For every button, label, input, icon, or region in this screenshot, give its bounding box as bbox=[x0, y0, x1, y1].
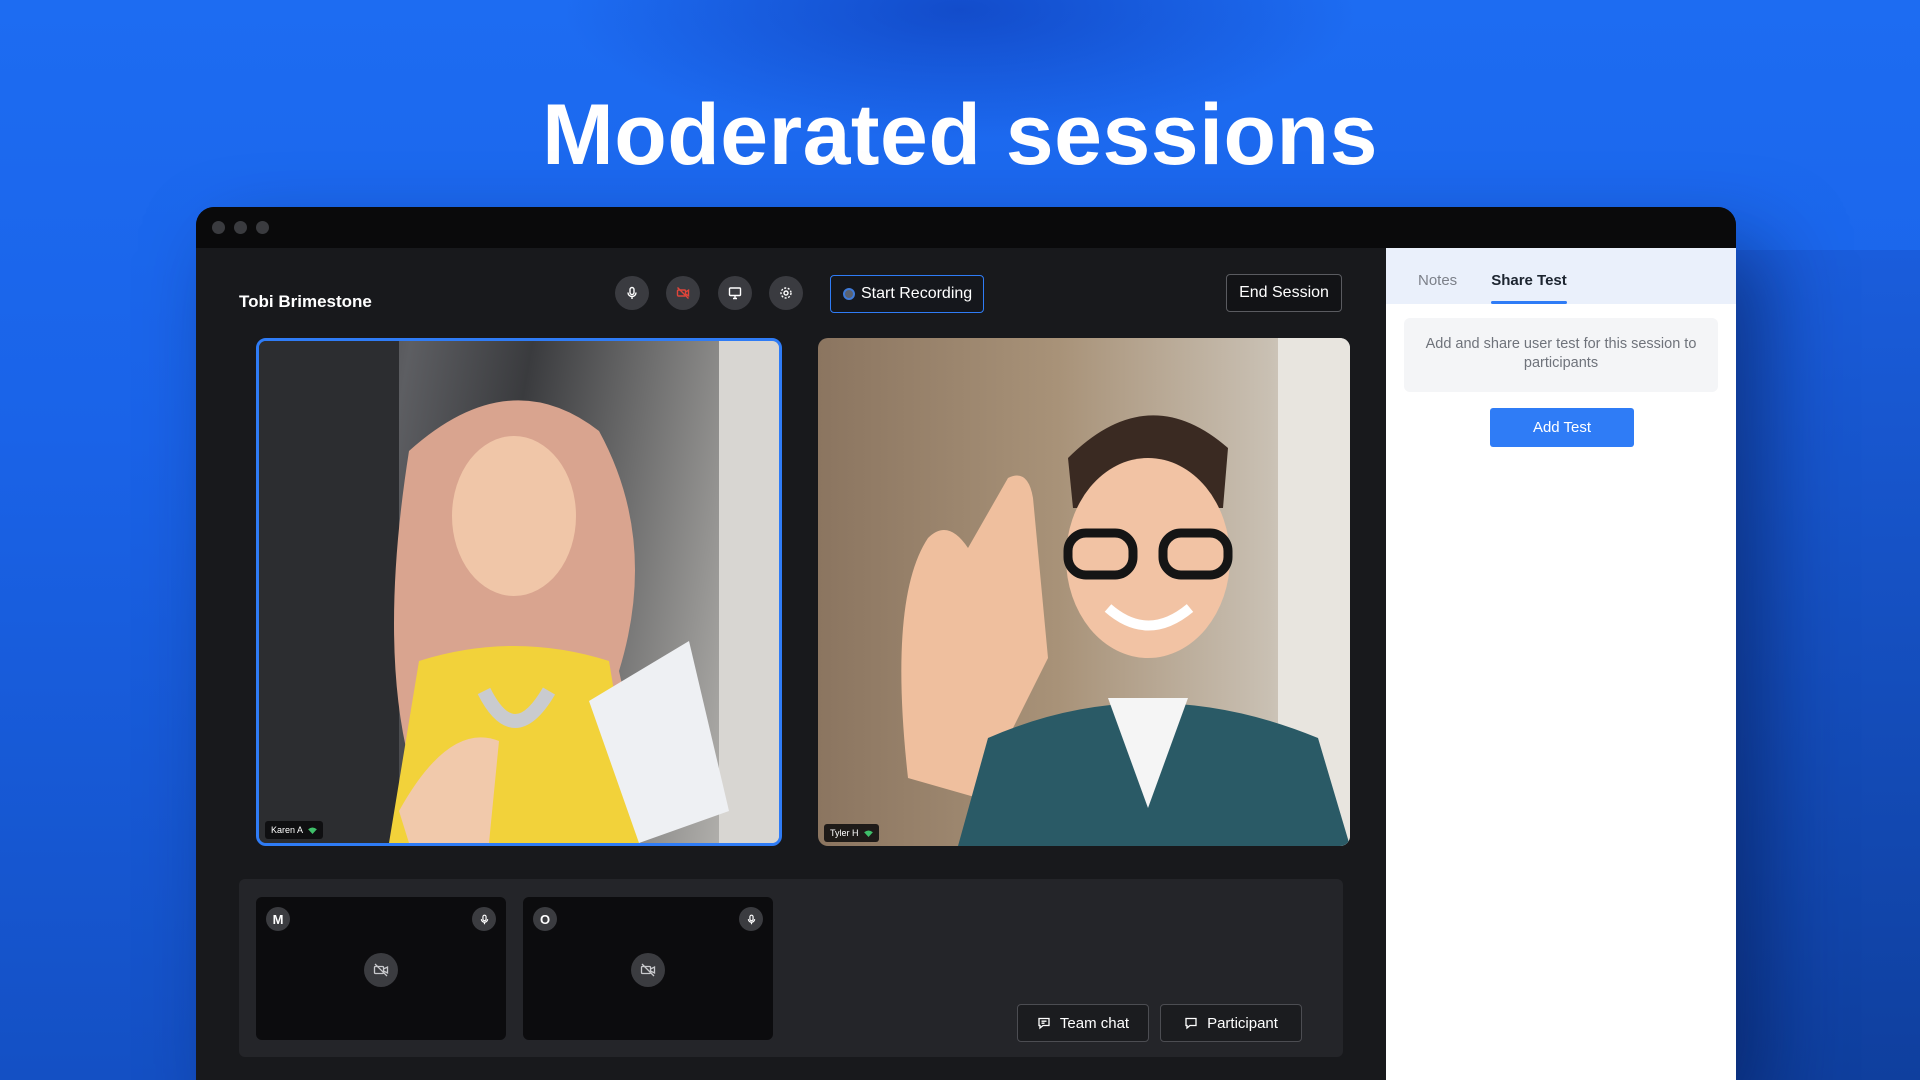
hero-title: Moderated sessions bbox=[542, 87, 1378, 183]
camera-off-icon bbox=[640, 963, 656, 977]
camera-off-indicator bbox=[631, 953, 665, 987]
window-close-dot[interactable] bbox=[212, 221, 225, 234]
start-recording-label: Start Recording bbox=[861, 285, 973, 302]
end-session-button[interactable]: End Session bbox=[1226, 274, 1342, 312]
tab-share-test[interactable]: Share Test bbox=[1491, 272, 1567, 304]
microphone-icon bbox=[480, 914, 488, 924]
settings-button[interactable] bbox=[769, 276, 803, 310]
participant-video-image bbox=[901, 338, 1350, 846]
screen-share-icon bbox=[728, 287, 742, 300]
gear-icon bbox=[780, 287, 792, 299]
thumbnail-mic-button[interactable] bbox=[472, 907, 496, 931]
window-minimize-dot[interactable] bbox=[234, 221, 247, 234]
avatar: O bbox=[533, 907, 557, 931]
participant-chat-button[interactable]: Participant bbox=[1160, 1004, 1302, 1042]
video-tile-karen[interactable]: Karen A bbox=[256, 338, 782, 846]
add-test-button[interactable]: Add Test bbox=[1490, 408, 1634, 447]
signal-icon bbox=[308, 826, 317, 834]
session-main-area: Tobi Brimestone Start Recording End Sess… bbox=[196, 248, 1386, 1080]
participant-name: Tyler H bbox=[830, 828, 859, 838]
participant-chat-label: Participant bbox=[1207, 1014, 1278, 1032]
window-maximize-dot[interactable] bbox=[256, 221, 269, 234]
team-chat-button[interactable]: Team chat bbox=[1017, 1004, 1149, 1042]
camera-off-indicator bbox=[364, 953, 398, 987]
side-panel-tabs: Notes Share Test bbox=[1386, 248, 1736, 304]
microphone-icon bbox=[627, 286, 637, 299]
camera-off-icon bbox=[676, 287, 690, 299]
window-titlebar bbox=[196, 207, 1736, 248]
side-panel: Notes Share Test Add and share user test… bbox=[1386, 248, 1736, 1080]
video-tile-tyler[interactable]: Tyler H bbox=[818, 338, 1350, 846]
chat-bubble-icon bbox=[1038, 1017, 1050, 1030]
host-name: Tobi Brimestone bbox=[239, 292, 372, 311]
participant-name: Karen A bbox=[271, 825, 304, 835]
mic-toggle-button[interactable] bbox=[615, 276, 649, 310]
screen-share-button[interactable] bbox=[718, 276, 752, 310]
participant-name-tag: Tyler H bbox=[824, 824, 879, 842]
participant-thumbnail[interactable]: O bbox=[523, 897, 773, 1040]
participant-thumbnail[interactable]: M bbox=[256, 897, 506, 1040]
participant-strip: M O Team chat Participant bbox=[239, 879, 1343, 1057]
participant-name-tag: Karen A bbox=[265, 821, 324, 839]
thumbnail-mic-button[interactable] bbox=[739, 907, 763, 931]
tab-notes[interactable]: Notes bbox=[1418, 272, 1457, 304]
camera-off-icon bbox=[373, 963, 389, 977]
participant-video-image bbox=[259, 341, 779, 843]
microphone-icon bbox=[747, 914, 755, 924]
share-test-info: Add and share user test for this session… bbox=[1404, 318, 1718, 392]
start-recording-button[interactable]: Start Recording bbox=[830, 275, 984, 313]
chat-bubble-icon bbox=[1185, 1017, 1197, 1030]
team-chat-label: Team chat bbox=[1059, 1014, 1130, 1032]
app-window: Tobi Brimestone Start Recording End Sess… bbox=[196, 207, 1736, 1080]
camera-toggle-button[interactable] bbox=[666, 276, 700, 310]
record-dot-icon bbox=[843, 288, 855, 300]
signal-icon bbox=[863, 829, 873, 837]
avatar: M bbox=[266, 907, 290, 931]
